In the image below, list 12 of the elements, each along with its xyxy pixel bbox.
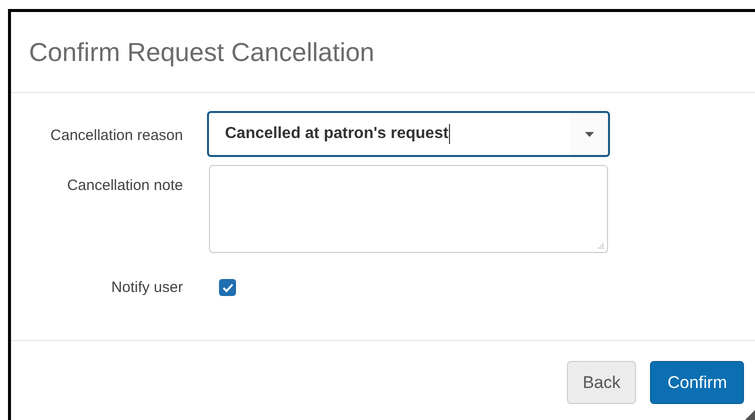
back-button[interactable]: Back [566, 361, 636, 404]
resize-grip-icon[interactable] [745, 410, 755, 420]
field-label: Cancellation note [66, 176, 184, 194]
field-label: Cancellation reason [49, 126, 184, 144]
notify-checkbox[interactable] [219, 279, 236, 296]
dialog-title: Confirm Request Cancellation [29, 36, 374, 68]
checkmark-icon [222, 282, 234, 292]
reason-dropdown[interactable]: Cancelled at patron's request [207, 111, 610, 157]
field-label: Notify user [110, 279, 184, 296]
note-field[interactable] [209, 165, 608, 253]
caret-icon [584, 132, 594, 136]
confirm-button[interactable]: Confirm [650, 361, 744, 404]
